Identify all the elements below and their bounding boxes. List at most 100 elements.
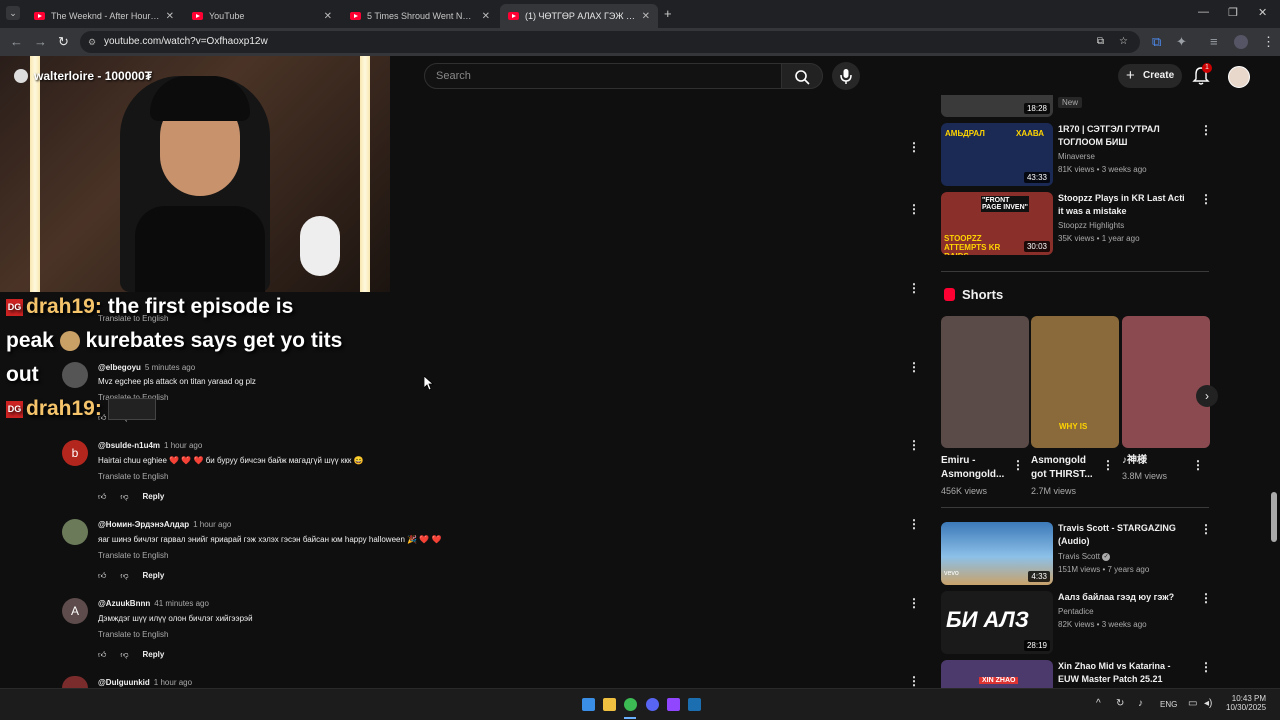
profile-avatar[interactable] [1234, 35, 1248, 49]
network-icon[interactable]: ▭ [1188, 698, 1197, 709]
video-menu-icon[interactable]: ⋮ [1200, 522, 1212, 536]
sync-icon[interactable]: ↻ [1116, 698, 1124, 709]
shorts-next-button[interactable]: › [1196, 385, 1218, 407]
volume-icon[interactable]: ◂) [1204, 698, 1212, 709]
like-icon[interactable]: 👍︎ [98, 571, 106, 580]
video-title[interactable]: 1R70 | СЭТГЭЛ ГУТРАЛ ТОГЛООМ БИШ [1058, 123, 1190, 149]
avatar[interactable] [62, 519, 88, 545]
microphone-tray-icon[interactable]: ♪ [1138, 698, 1143, 709]
comment-menu-icon[interactable]: ⋮ [908, 596, 920, 610]
scrollbar-thumb[interactable] [1271, 492, 1277, 542]
clock[interactable]: 10:43 PM 10/30/2025 [1226, 694, 1266, 712]
voice-search-button[interactable] [832, 62, 860, 90]
tab-search-icon[interactable]: ⌄ [6, 6, 20, 20]
tab-close-icon[interactable]: ✕ [642, 11, 650, 22]
comment-author[interactable]: @Dulguunkid 1 hour ago [98, 678, 192, 687]
short-thumbnail[interactable] [1122, 316, 1210, 448]
reply-button[interactable]: Reply [143, 492, 165, 501]
short-menu-icon[interactable]: ⋮ [1192, 458, 1204, 472]
short-title[interactable]: ♪神様 [1122, 454, 1194, 468]
comment-author[interactable]: @bsulde-n1u4m 1 hour ago [98, 441, 202, 450]
tab-shroud[interactable]: 5 Times Shroud Went NUTS at ✕ [342, 4, 498, 28]
video-menu-icon[interactable]: ⋮ [1200, 660, 1212, 674]
video-channel[interactable]: Travis Scott ✓ [1058, 552, 1111, 561]
avatar[interactable]: A [62, 598, 88, 624]
short-menu-icon[interactable]: ⋮ [1012, 458, 1024, 472]
tab-close-icon[interactable]: ✕ [166, 11, 174, 22]
video-thumbnail[interactable]: АМЬДРАЛ ХААВА 43:33 [941, 123, 1053, 186]
reply-button[interactable]: Reply [143, 571, 165, 580]
translate-link[interactable]: Translate to English [98, 551, 168, 560]
translate-link[interactable]: Translate to English [98, 472, 168, 481]
tray-expand-icon[interactable]: ^ [1096, 698, 1101, 709]
video-channel[interactable]: Pentadice [1058, 607, 1094, 616]
bookmark-star-icon[interactable]: ☆ [1119, 31, 1128, 53]
like-icon[interactable]: 👍︎ [98, 492, 106, 501]
tab-youtube[interactable]: YouTube ✕ [184, 4, 340, 28]
video-thumbnail[interactable]: XIN ZHAO [941, 660, 1053, 688]
video-channel[interactable]: Stoopzz Highlights [1058, 221, 1124, 230]
comment-author[interactable]: @Номин-ЭрдэнэАлдар 1 hour ago [98, 520, 231, 529]
chrome-icon[interactable] [624, 698, 637, 711]
video-menu-icon[interactable]: ⋮ [1200, 123, 1212, 137]
video-channel[interactable]: Minaverse [1058, 152, 1095, 161]
short-thumbnail[interactable] [941, 316, 1029, 448]
avatar[interactable] [62, 676, 88, 688]
extensions-puzzle-icon[interactable]: ✦ [1176, 34, 1187, 50]
site-info-icon[interactable]: ⚙ [88, 31, 96, 53]
translate-link[interactable]: Translate to English [98, 630, 168, 639]
comment-author[interactable]: @AzuukBnnn 41 minutes ago [98, 599, 209, 608]
short-thumbnail[interactable]: WHY IS [1031, 316, 1119, 448]
video-title[interactable]: Travis Scott - STARGAZING (Audio) [1058, 522, 1190, 548]
search-input[interactable]: Search [424, 63, 782, 89]
reload-icon[interactable]: ↻ [58, 34, 69, 50]
tab-close-icon[interactable]: ✕ [482, 11, 490, 22]
steam-icon[interactable] [688, 698, 701, 711]
comment-menu-icon[interactable]: ⋮ [908, 281, 920, 295]
short-menu-icon[interactable]: ⋮ [1102, 458, 1114, 472]
video-menu-icon[interactable]: ⋮ [1200, 591, 1212, 605]
close-window-icon[interactable]: ✕ [1258, 6, 1267, 19]
video-thumbnail[interactable]: 18:28 [941, 95, 1053, 117]
notifications-button[interactable]: 1 [1192, 63, 1212, 91]
file-explorer-icon[interactable] [603, 698, 616, 711]
reading-list-icon[interactable]: ≡ [1210, 34, 1218, 49]
create-button[interactable]: + Create [1118, 64, 1182, 88]
discord-icon[interactable] [646, 698, 659, 711]
dislike-icon[interactable]: 👎︎ [120, 571, 128, 580]
comment-menu-icon[interactable]: ⋮ [908, 140, 920, 154]
account-avatar[interactable] [1228, 66, 1250, 88]
video-menu-icon[interactable]: ⋮ [1200, 192, 1212, 206]
dislike-icon[interactable]: 👎︎ [120, 650, 128, 659]
short-title[interactable]: Emiru - Asmongold... [941, 454, 1013, 482]
tab-the-weeknd[interactable]: The Weeknd - After Hours (Aud ✕ [26, 4, 182, 28]
app-icon[interactable] [667, 698, 680, 711]
page-scrollbar[interactable] [1271, 62, 1277, 688]
avatar[interactable]: b [62, 440, 88, 466]
language-indicator[interactable]: ENG [1160, 700, 1177, 709]
search-button[interactable] [781, 63, 823, 89]
comment-menu-icon[interactable]: ⋮ [908, 360, 920, 374]
dislike-icon[interactable]: 👎︎ [120, 492, 128, 501]
comment-menu-icon[interactable]: ⋮ [908, 674, 920, 688]
video-title[interactable]: Xin Zhao Mid vs Katarina - EUW Master Pa… [1058, 660, 1190, 686]
minimize-icon[interactable]: — [1198, 6, 1209, 18]
new-tab-button[interactable]: + [664, 6, 672, 21]
video-title[interactable]: Stoopzz Plays in KR Last Acti it was a m… [1058, 192, 1190, 218]
video-title[interactable]: Аалз байлаа гээд юу гэж? [1058, 591, 1190, 604]
tab-active-video[interactable]: (1) ЧӨТГӨР АЛАХ ГЭЖ ЯВААД ✕ [500, 4, 658, 28]
back-icon[interactable]: ← [10, 34, 23, 49]
forward-icon[interactable]: → [34, 34, 47, 49]
comment-menu-icon[interactable]: ⋮ [908, 517, 920, 531]
start-menu-icon[interactable] [582, 698, 595, 711]
tab-close-icon[interactable]: ✕ [324, 11, 332, 22]
like-icon[interactable]: 👍︎ [98, 650, 106, 659]
video-thumbnail[interactable]: vevo 4:33 [941, 522, 1053, 585]
address-bar[interactable]: ⚙ youtube.com/watch?v=Oxfhaoxp12w ⧉ ☆ [80, 31, 1140, 53]
reply-button[interactable]: Reply [143, 650, 165, 659]
short-title[interactable]: Asmongold got THIRST... [1031, 454, 1103, 482]
video-thumbnail[interactable]: "FRONT PAGE INVEN" STOOPZZ ATTEMPTS KR R… [941, 192, 1053, 255]
comment-menu-icon[interactable]: ⋮ [908, 438, 920, 452]
maximize-icon[interactable]: ❐ [1228, 6, 1238, 19]
browser-menu-icon[interactable]: ⋮ [1262, 34, 1275, 50]
